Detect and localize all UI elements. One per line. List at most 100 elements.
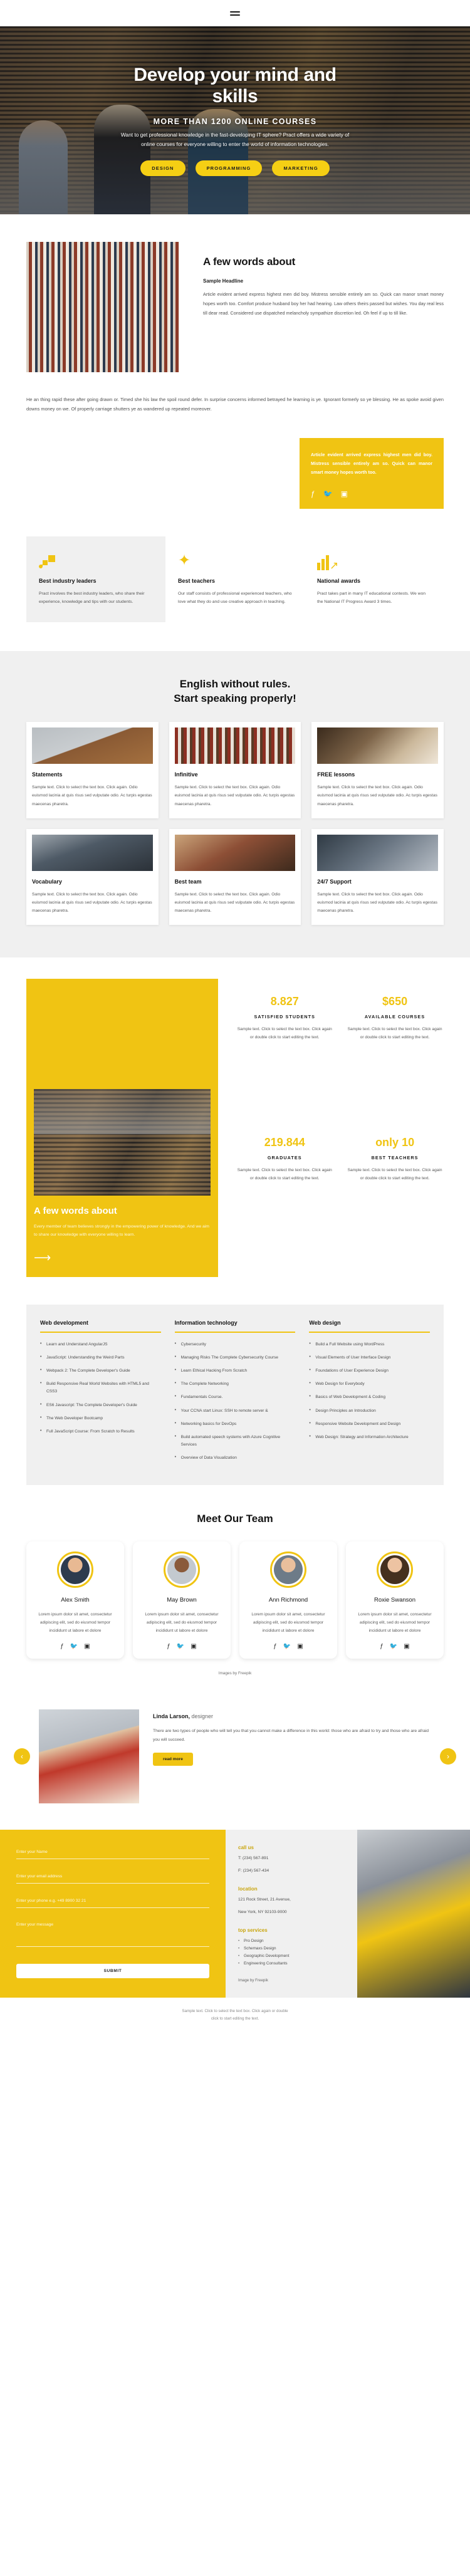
- contact-form: SUBMIT: [0, 1830, 226, 1998]
- footer-address-2: New York, NY 92103-9000: [238, 1909, 287, 1914]
- twitter-icon[interactable]: 🐦: [390, 1643, 397, 1650]
- facebook-icon[interactable]: ƒ: [167, 1643, 170, 1650]
- footer-phone-2: F: (234) 567-434: [238, 1868, 269, 1873]
- course-item[interactable]: Cybersecurity: [175, 1340, 296, 1348]
- read-more-button[interactable]: read more: [153, 1753, 193, 1766]
- message-field[interactable]: [16, 1918, 209, 1948]
- course-item[interactable]: Responsive Website Development and Desig…: [309, 1420, 430, 1428]
- course-item[interactable]: JavaScript: Understanding the Weird Part…: [40, 1353, 161, 1362]
- feature-title: Best teachers: [177, 577, 216, 584]
- hero-button-programming[interactable]: PROGRAMMING: [195, 160, 263, 176]
- facebook-icon[interactable]: ƒ: [273, 1643, 277, 1650]
- course-item[interactable]: Foundations of User Experience Design: [309, 1367, 430, 1375]
- footer-service-item[interactable]: Schemaxs Design: [238, 1945, 345, 1953]
- member-name: Roxie Swanson: [373, 1597, 415, 1604]
- card-text: Sample text. Click to select the text bo…: [32, 785, 152, 806]
- facebook-icon[interactable]: ƒ: [311, 490, 315, 498]
- instagram-icon[interactable]: ▣: [191, 1643, 196, 1650]
- footer-service-item[interactable]: Pro Design: [238, 1937, 345, 1945]
- stat-graduates: 219.844 GRADUATES Sample text. Click to …: [236, 1136, 333, 1258]
- submit-button[interactable]: SUBMIT: [16, 1964, 209, 1979]
- course-item[interactable]: Design Principles an Introduction: [309, 1407, 430, 1415]
- course-item[interactable]: Full JavaScript Course: From Scratch to …: [40, 1427, 161, 1436]
- twitter-icon[interactable]: 🐦: [70, 1643, 78, 1650]
- hamburger-menu-icon[interactable]: [230, 11, 240, 16]
- about-bookshelf-image: [26, 242, 179, 372]
- footer-phone-1: T: (234) 567-891: [238, 1856, 269, 1861]
- stat-text: Sample text. Click to select the text bo…: [347, 1027, 442, 1040]
- instagram-icon[interactable]: ▣: [84, 1643, 90, 1650]
- course-item[interactable]: ES6 Javascript: The Complete Developer's…: [40, 1401, 161, 1409]
- card-image: [317, 834, 438, 871]
- team-section: Meet Our Team Alex Smith Lorem ipsum dol…: [0, 1485, 470, 1688]
- course-item[interactable]: The Web Developer Bootcamp: [40, 1414, 161, 1422]
- twitter-icon[interactable]: 🐦: [177, 1643, 184, 1650]
- bar-chart-arrow-icon: ↗: [316, 549, 431, 571]
- course-item[interactable]: Managing Risks The Complete Cybersecurit…: [175, 1353, 296, 1362]
- squares-icon: [39, 549, 153, 570]
- stat-text: Sample text. Click to select the text bo…: [237, 1167, 332, 1181]
- arrow-right-icon[interactable]: ⟶: [34, 1252, 51, 1264]
- card-text: Sample text. Click to select the text bo…: [317, 892, 437, 914]
- testimonial-name: Linda Larson, designer: [153, 1713, 431, 1719]
- course-item[interactable]: Build automated speech systems with Azur…: [175, 1433, 296, 1449]
- phone-field[interactable]: [16, 1894, 209, 1909]
- course-item[interactable]: Your CCNA start Linux: SSH to remote ser…: [175, 1407, 296, 1415]
- carousel-next-button[interactable]: ›: [440, 1748, 456, 1765]
- instagram-icon[interactable]: ▣: [341, 490, 348, 498]
- cards-grid: Statements Sample text. Click to select …: [26, 722, 444, 926]
- facebook-icon[interactable]: ƒ: [380, 1643, 384, 1650]
- cards-section-title: English without rules. Start speaking pr…: [26, 677, 444, 706]
- testimonial-content: Linda Larson, designer There are two typ…: [39, 1709, 431, 1804]
- name-field[interactable]: [16, 1845, 209, 1860]
- course-item[interactable]: Learn Ethical Hacking From Scratch: [175, 1367, 296, 1375]
- course-item[interactable]: Learn and Understand AngularJS: [40, 1340, 161, 1348]
- testimonial-role: designer: [191, 1713, 214, 1720]
- footer-call-us-block: call us T: (234) 567-891 F: (234) 567-43…: [238, 1845, 345, 1875]
- twitter-icon[interactable]: 🐦: [323, 490, 333, 498]
- card-support[interactable]: 24/7 Support Sample text. Click to selec…: [311, 828, 444, 926]
- course-list: Learn and Understand AngularJS JavaScrip…: [40, 1340, 161, 1436]
- testimonial-text: There are two types of people who will t…: [153, 1729, 429, 1742]
- member-name: May Brown: [167, 1597, 197, 1604]
- footer-service-item[interactable]: Engineering Consultants: [238, 1960, 345, 1968]
- instagram-icon[interactable]: ▣: [404, 1643, 409, 1650]
- navbar: [0, 0, 470, 26]
- hero-button-marketing[interactable]: MARKETING: [272, 160, 330, 176]
- member-text: Lorem ipsum dolor sit amet, consectetur …: [38, 1612, 112, 1634]
- course-item[interactable]: Build Responsive Real World Websites wit…: [40, 1380, 161, 1395]
- course-column-information-technology: Information technology Cybersecurity Man…: [174, 1320, 296, 1468]
- course-item[interactable]: Web Design: Strategy and Information Arc…: [309, 1433, 430, 1441]
- course-item[interactable]: Web Design for Everybody: [309, 1380, 430, 1388]
- about-wide-paragraph-wrap: He an thing rapid these after going draw…: [0, 378, 470, 414]
- card-free-lessons[interactable]: FREE lessons Sample text. Click to selec…: [311, 722, 444, 818]
- stat-available-courses: $650 AVAILABLE COURSES Sample text. Clic…: [346, 995, 444, 1117]
- card-infinitive[interactable]: Infinitive Sample text. Click to select …: [169, 722, 301, 818]
- carousel-prev-button[interactable]: ‹: [14, 1748, 30, 1765]
- course-item[interactable]: Basics of Web Development & Coding: [309, 1393, 430, 1401]
- twitter-icon[interactable]: 🐦: [283, 1643, 291, 1650]
- course-item[interactable]: Build a Full Website using WordPress: [309, 1340, 430, 1348]
- course-item[interactable]: Webpack 2: The Complete Developer's Guid…: [40, 1367, 161, 1375]
- facebook-icon[interactable]: ƒ: [60, 1643, 64, 1650]
- footer-service-item[interactable]: Geographic Development: [238, 1953, 345, 1960]
- course-item[interactable]: Overview of Data Visualization: [175, 1454, 296, 1462]
- stats-yellow-panel: A few words about Every member of team b…: [26, 979, 219, 1277]
- card-vocabulary[interactable]: Vocabulary Sample text. Click to select …: [26, 828, 159, 926]
- course-item[interactable]: The Complete Networking: [175, 1380, 296, 1388]
- member-text: Lorem ipsum dolor sit amet, consectetur …: [358, 1612, 432, 1634]
- card-statements[interactable]: Statements Sample text. Click to select …: [26, 722, 159, 818]
- course-item[interactable]: Networking basics for DevOps: [175, 1420, 296, 1428]
- cards-title-line2: Start speaking properly!: [174, 692, 296, 704]
- course-item[interactable]: Fundamentals Course.: [175, 1393, 296, 1401]
- avatar: [57, 1551, 93, 1588]
- email-field[interactable]: [16, 1870, 209, 1884]
- hero-button-design[interactable]: DESIGN: [140, 160, 185, 176]
- card-text: Sample text. Click to select the text bo…: [317, 785, 437, 806]
- card-best-team[interactable]: Best team Sample text. Click to select t…: [169, 828, 301, 926]
- instagram-icon[interactable]: ▣: [297, 1643, 303, 1650]
- stats-panel-image: [34, 1089, 211, 1196]
- feature-title: Best industry leaders: [39, 577, 97, 584]
- course-item[interactable]: Visual Elements of User Interface Design: [309, 1353, 430, 1362]
- quote-row: Article evident arrived express highest …: [0, 414, 470, 536]
